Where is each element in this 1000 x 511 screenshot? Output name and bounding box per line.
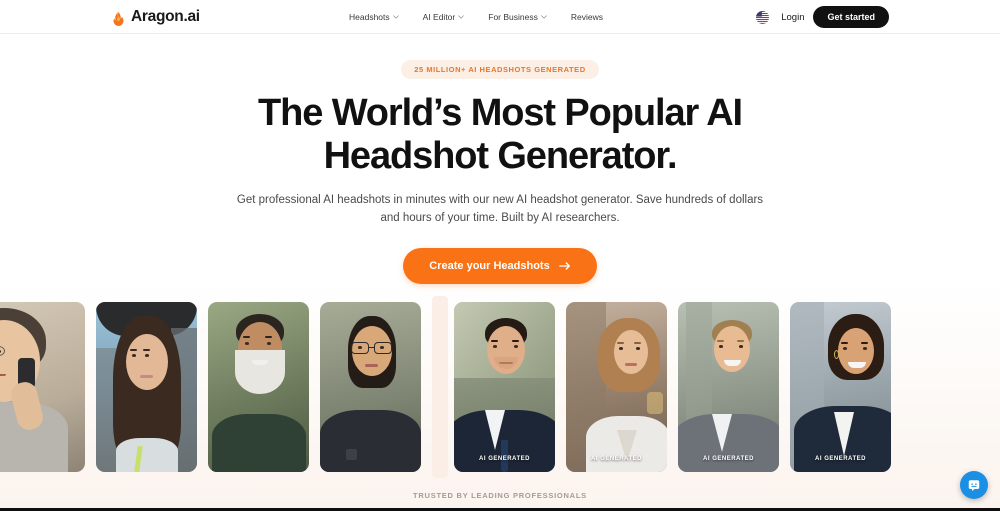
chevron-down-icon	[541, 15, 547, 19]
main-navigation: Headshots AI Editor For Business Reviews	[349, 0, 603, 34]
hero-section: 25 MILLION+ AI HEADSHOTS GENERATED The W…	[0, 34, 1000, 284]
nav-label: Headshots	[349, 12, 390, 22]
before-after-divider	[432, 296, 448, 478]
arrow-right-icon	[558, 261, 570, 270]
gallery-item-after-3[interactable]: AI GENERATED	[678, 302, 779, 472]
header-actions: Login Get started	[753, 0, 889, 34]
gallery-item-before-2[interactable]	[96, 302, 197, 472]
nav-item-ai-editor[interactable]: AI Editor	[423, 12, 465, 22]
login-link[interactable]: Login	[781, 12, 804, 23]
hero-subheading: Get professional AI headshots in minutes…	[236, 193, 764, 224]
landing-page: Aragon.ai Headshots AI Editor For Busine…	[0, 0, 1000, 511]
nav-item-reviews[interactable]: Reviews	[571, 12, 603, 22]
headshot-gallery: AI GENERATED AI GENERATED AI GENERATED A…	[0, 296, 1000, 478]
brand-name: Aragon.ai	[131, 8, 200, 26]
brand-logo[interactable]: Aragon.ai	[111, 0, 200, 34]
create-headshots-button[interactable]: Create your Headshots	[403, 247, 597, 284]
gallery-item-after-4[interactable]: AI GENERATED	[790, 302, 891, 472]
trusted-by-label: TRUSTED BY LEADING PROFESSIONALS	[413, 491, 587, 500]
site-header: Aragon.ai Headshots AI Editor For Busine…	[0, 0, 1000, 34]
chat-bubble-icon	[968, 480, 980, 491]
ai-generated-label: AI GENERATED	[479, 456, 530, 462]
chevron-down-icon	[458, 15, 465, 19]
gallery-item-before-1[interactable]	[0, 302, 85, 472]
gallery-item-after-2[interactable]: AI GENERATED	[566, 302, 667, 472]
ai-generated-label: AI GENERATED	[703, 456, 754, 462]
nav-item-headshots[interactable]: Headshots	[349, 12, 399, 22]
gallery-item-before-3[interactable]	[208, 302, 309, 472]
gallery-item-before-4[interactable]	[320, 302, 421, 472]
nav-label: For Business	[488, 12, 538, 22]
ai-generated-label: AI GENERATED	[815, 456, 866, 462]
flame-icon	[113, 8, 124, 26]
ai-generated-label: AI GENERATED	[591, 456, 642, 462]
page-title: The World’s Most Popular AI Headshot Gen…	[257, 92, 743, 177]
us-flag-icon[interactable]	[753, 10, 772, 24]
nav-item-for-business[interactable]: For Business	[488, 12, 547, 22]
gallery-item-after-1[interactable]: AI GENERATED	[454, 302, 555, 472]
cta-label: Create your Headshots	[429, 259, 550, 272]
stats-badge: 25 MILLION+ AI HEADSHOTS GENERATED	[401, 60, 599, 79]
chat-widget-button[interactable]	[960, 471, 988, 499]
chevron-down-icon	[392, 15, 399, 19]
nav-label: Reviews	[570, 12, 603, 22]
get-started-button[interactable]: Get started	[813, 6, 889, 28]
nav-label: AI Editor	[422, 12, 456, 22]
